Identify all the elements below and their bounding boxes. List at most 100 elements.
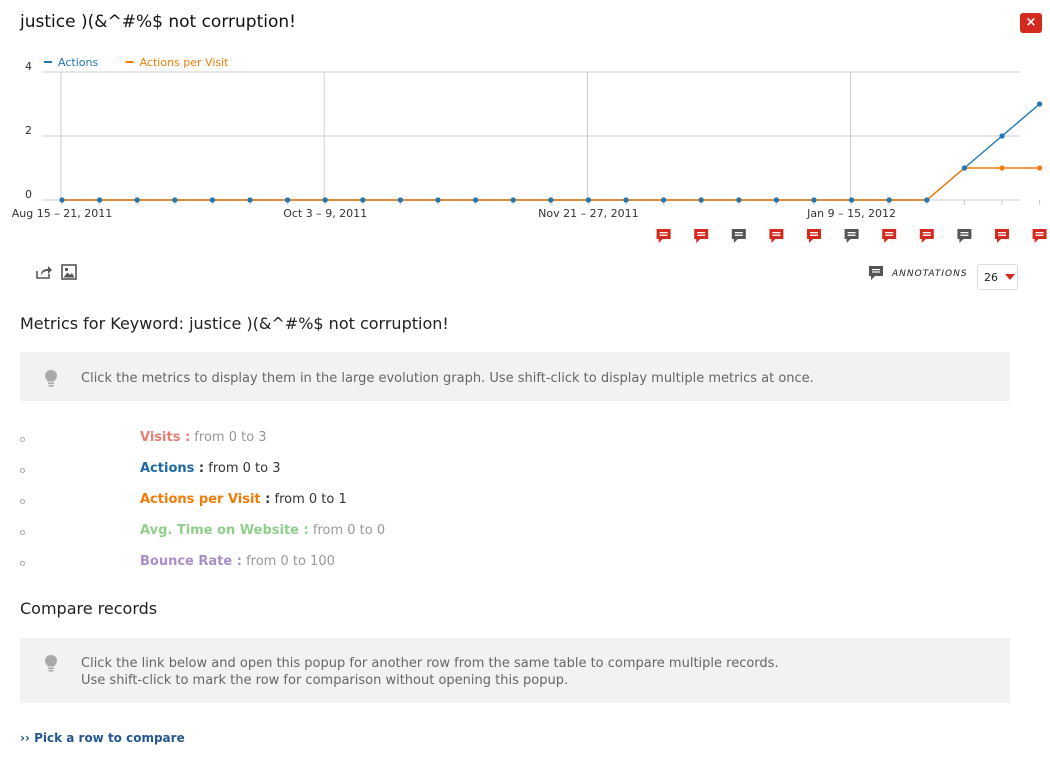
annotation-marker-shape: [656, 229, 671, 243]
annotation-marker-icon[interactable]: [656, 229, 671, 243]
annotation-marker-shape: [694, 229, 709, 243]
annotation-marker-shape: [919, 229, 934, 243]
annotation-marker-line: [772, 234, 781, 236]
data-point: [548, 197, 554, 203]
annotation-marker-shape: [731, 229, 746, 243]
data-point: [1037, 101, 1043, 107]
x-tick-label: Oct 3 – 9, 2011: [283, 207, 367, 220]
data-point: [510, 197, 516, 203]
metric-bullet: [20, 561, 25, 566]
annotation-marker-line: [697, 234, 706, 236]
data-point: [999, 133, 1005, 139]
annotation-marker-line: [847, 234, 856, 236]
annotation-marker-line: [697, 232, 706, 234]
metric-row[interactable]: Bounce Rate : from 0 to 100: [20, 554, 620, 574]
chevron-down-icon: [1005, 274, 1015, 280]
annotation-marker-icon[interactable]: [957, 229, 972, 243]
annotation-marker-line: [1035, 232, 1044, 234]
annotations-label[interactable]: ANNOTATIONS: [892, 269, 968, 279]
metric-bullet: [20, 530, 25, 535]
metric-name[interactable]: Bounce Rate : from 0 to 100: [140, 554, 335, 569]
data-point: [59, 197, 65, 203]
lightbulb-icon: [44, 369, 58, 393]
data-point: [209, 197, 215, 203]
data-point: [285, 197, 291, 203]
metric-name[interactable]: Actions : from 0 to 3: [140, 461, 280, 476]
data-point: [811, 197, 817, 203]
annotations-icon[interactable]: [868, 265, 884, 285]
data-point: [924, 197, 930, 203]
legend-entry: Actions per Visit: [140, 56, 230, 69]
lightbulb-icon: [44, 654, 58, 678]
annotation-marker-shape: [957, 229, 972, 243]
evolution-graph[interactable]: 4 2 0 Aug 15 – 21, 2011 Oct 3 – 9, 2011 Nov …: [0, 48, 1050, 253]
metric-separator: :: [260, 492, 271, 507]
legend-entry: Actions: [58, 56, 98, 69]
metric-row[interactable]: Actions : from 0 to 3: [20, 461, 620, 481]
annotation-marker-icon[interactable]: [1032, 229, 1047, 243]
annotation-marker-line: [885, 232, 894, 234]
metric-bullet: [20, 468, 25, 473]
annotation-marker-icon[interactable]: [844, 229, 859, 243]
data-point: [435, 197, 441, 203]
series-line: [62, 103, 1041, 201]
metric-separator: :: [232, 554, 242, 569]
annotation-marker-icon[interactable]: [919, 229, 934, 243]
annotation-marker-line: [998, 234, 1006, 236]
annotation-marker-icon[interactable]: [731, 229, 746, 243]
image-icon[interactable]: [61, 264, 77, 284]
metric-name[interactable]: Actions per Visit : from 0 to 1: [140, 492, 347, 507]
metric-separator: :: [194, 461, 205, 476]
annotation-marker-line: [885, 234, 894, 236]
metric-separator: :: [299, 523, 309, 538]
x-axis: Aug 15 – 21, 2011 Oct 3 – 9, 2011 Nov 21 –…: [12, 200, 1041, 220]
data-point: [134, 197, 140, 203]
compare-help-box: Click the link below and open this popup…: [20, 638, 1010, 703]
compare-help-line-1: Click the link below and open this popup…: [81, 656, 779, 671]
chart-legend[interactable]: Actions Actions per Visit: [44, 56, 229, 69]
annotation-marker-shape: [1032, 229, 1047, 243]
metrics-help-box: Click the metrics to display them in the…: [20, 352, 1010, 401]
data-point: [773, 197, 780, 203]
metrics-title: Metrics for Keyword: justice )(&^#%$ not…: [20, 314, 449, 333]
y-tick-label: 0: [25, 188, 32, 201]
metric-bullet: [20, 437, 25, 442]
metric-row[interactable]: Visits : from 0 to 3: [20, 430, 620, 450]
metric-name[interactable]: Avg. Time on Website : from 0 to 0: [140, 523, 385, 538]
periods-value: 26: [984, 271, 998, 284]
annotation-marker-line: [659, 232, 668, 234]
data-point: [397, 197, 403, 203]
annotation-markers[interactable]: [656, 229, 1047, 243]
pick-row-to-compare-link[interactable]: ›› Pick a row to compare: [20, 731, 185, 745]
data-point: [172, 197, 178, 203]
data-point: [1037, 165, 1043, 171]
metric-range: from 0 to 100: [241, 554, 335, 569]
annotation-marker-icon[interactable]: [882, 229, 897, 243]
metric-label: Actions: [140, 461, 195, 476]
metric-label: Actions per Visit: [140, 492, 261, 507]
metric-row[interactable]: Actions per Visit : from 0 to 1: [20, 492, 620, 512]
chart-grid: [42, 71, 1019, 201]
periods-select[interactable]: 26: [977, 264, 1018, 290]
export-icon[interactable]: [35, 264, 53, 284]
annotation-marker-line: [960, 234, 969, 236]
data-point: [247, 197, 253, 203]
data-point: [698, 197, 704, 203]
metric-row[interactable]: Avg. Time on Website : from 0 to 0: [20, 523, 620, 543]
metric-name[interactable]: Visits : from 0 to 3: [140, 430, 267, 445]
annotation-marker-icon[interactable]: [995, 229, 1009, 243]
annotation-marker-line: [772, 232, 781, 234]
metric-range: from 0 to 3: [190, 430, 267, 445]
popup-title: justice )(&^#%$ not corruption!: [20, 12, 296, 32]
metric-bullet: [20, 499, 25, 504]
series-line: [62, 167, 1040, 201]
y-tick-label: 2: [25, 124, 32, 137]
annotation-marker-shape: [807, 229, 821, 243]
metrics-help-text: Click the metrics to display them in the…: [81, 371, 814, 386]
annotation-marker-icon[interactable]: [807, 229, 821, 243]
annotation-marker-icon[interactable]: [694, 229, 709, 243]
annotation-marker-icon[interactable]: [769, 229, 784, 243]
close-button[interactable]: ×: [1020, 13, 1042, 33]
metric-range: from 0 to 1: [270, 492, 347, 507]
annotation-marker-line: [847, 232, 856, 234]
